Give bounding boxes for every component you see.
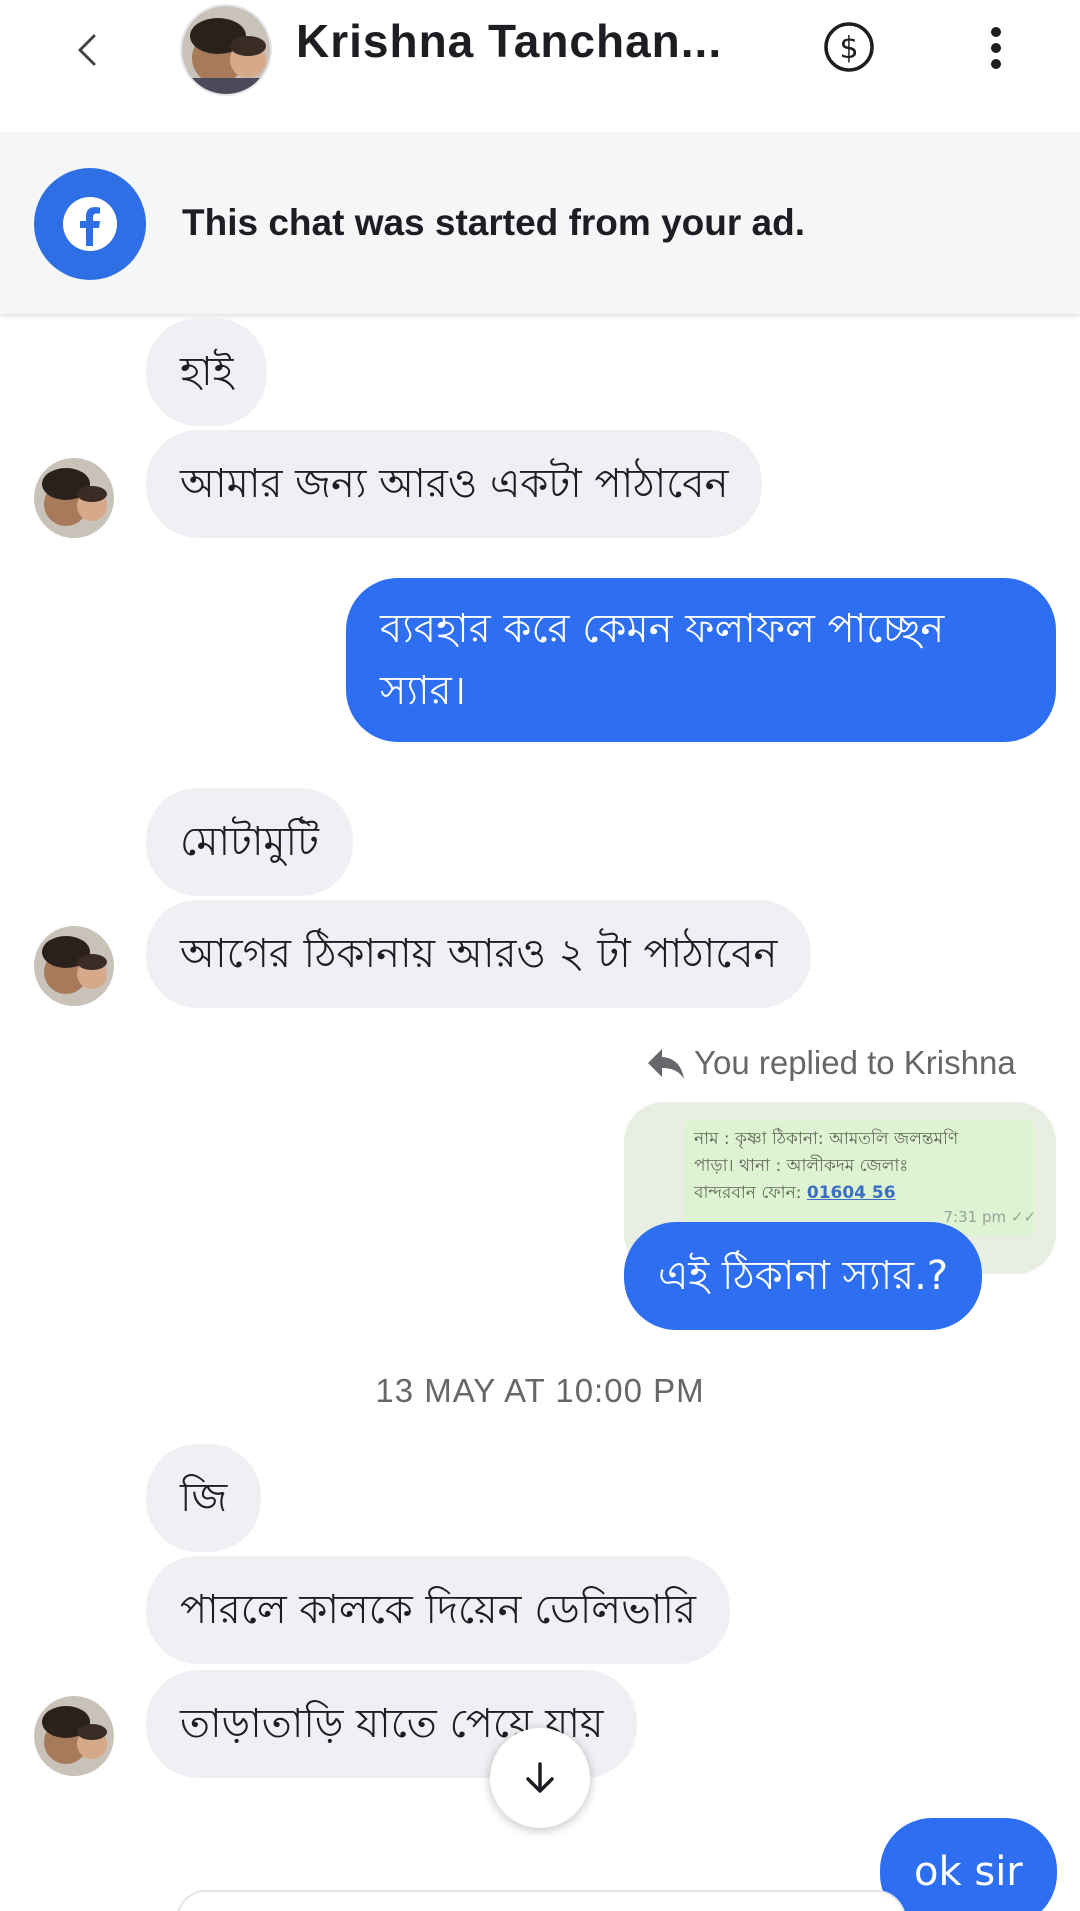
svg-text:$: $ — [839, 31, 858, 66]
message-line: ব্যবহার করে কেমন ফলাফল পাচ্ছেন — [380, 606, 945, 652]
contact-avatar-small[interactable] — [34, 458, 114, 538]
ad-origin-text: This chat was started from your ad. — [182, 202, 805, 243]
message-composer[interactable] — [176, 1890, 906, 1911]
chevron-left-icon — [78, 34, 96, 66]
message-outgoing[interactable]: এই ঠিকানা স্যার.? — [624, 1222, 983, 1330]
reply-context-label: You replied to Krishna — [646, 1044, 1016, 1082]
message-outgoing[interactable]: ok sir — [880, 1818, 1057, 1911]
reply-context-text: You replied to Krishna — [694, 1044, 1016, 1081]
chat-header: Krishna Tanchan... $ — [0, 0, 1080, 132]
message-incoming[interactable]: জি — [146, 1444, 262, 1552]
contact-avatar[interactable] — [180, 4, 272, 96]
message-line: স্যার। — [380, 668, 466, 714]
dollar-circle-icon: $ — [824, 22, 874, 72]
scroll-to-bottom-button[interactable] — [490, 1728, 590, 1828]
message-incoming[interactable]: হাই — [146, 318, 268, 426]
ad-origin-banner: This chat was started from your ad. — [0, 132, 1080, 314]
facebook-icon — [34, 168, 146, 280]
quoted-line: বান্দরবান ফোন: 01604 56 — [694, 1180, 1024, 1207]
contact-avatar-small[interactable] — [34, 926, 114, 1006]
date-separator: 13 MAY AT 10:00 PM — [375, 1372, 705, 1409]
reply-arrow-icon — [648, 1049, 684, 1079]
quoted-line: নাম : কৃষ্ণা ঠিকানা: আমতলি জলন্তমণি — [694, 1129, 959, 1149]
message-outgoing[interactable]: ব্যবহার করে কেমন ফলাফল পাচ্ছেন স্যার। — [346, 578, 1056, 742]
message-incoming[interactable]: আগের ঠিকানায় আরও ২ টা পাঠাবেন — [146, 900, 812, 1008]
quoted-line-text: বান্দরবান ফোন: — [694, 1183, 807, 1203]
quoted-line: পাড়া। থানা : আলীকদম জেলাঃ — [694, 1156, 909, 1176]
more-vertical-icon — [991, 27, 1001, 69]
back-button[interactable] — [58, 20, 118, 80]
more-options-button[interactable] — [976, 18, 1016, 78]
arrow-down-icon — [526, 1762, 554, 1793]
contact-name[interactable]: Krishna Tanchan... — [296, 14, 722, 68]
message-incoming[interactable]: আমার জন্য আরও একটা পাঠাবেন — [146, 430, 763, 538]
payment-button[interactable]: $ — [822, 20, 876, 74]
message-incoming[interactable]: পারলে কালকে দিয়েন ডেলিভারি — [146, 1556, 730, 1664]
message-incoming[interactable]: মোটামুটি — [146, 788, 353, 896]
quoted-timestamp: 7:31 pm ✓✓ — [943, 1208, 1037, 1226]
quoted-phone-link: 01604 56 — [806, 1183, 896, 1203]
contact-avatar-small[interactable] — [34, 1696, 114, 1776]
